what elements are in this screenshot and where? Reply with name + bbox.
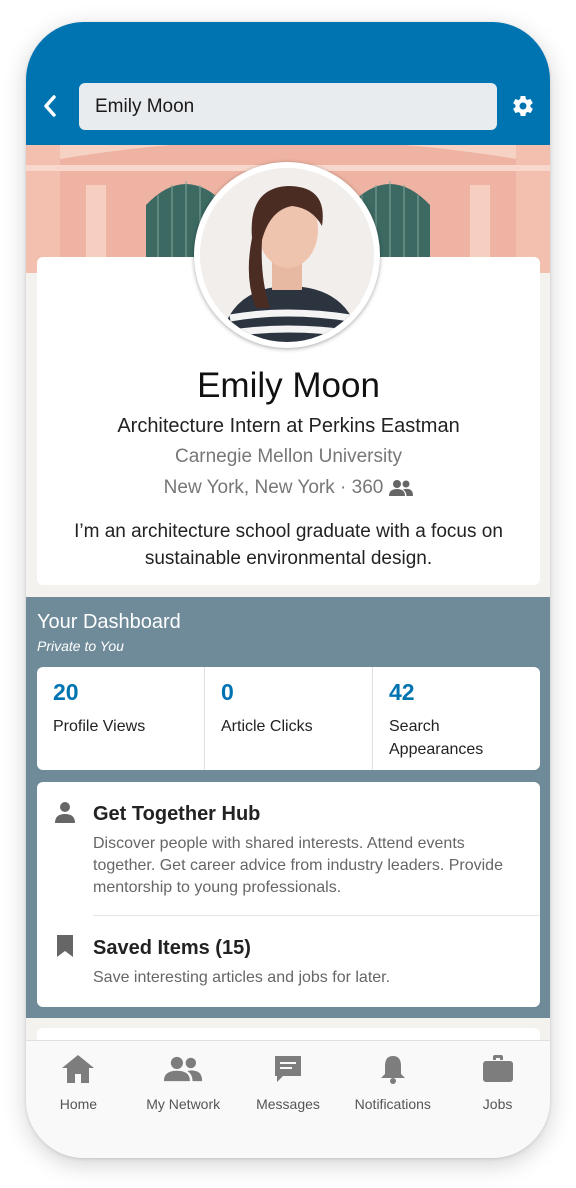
briefcase-icon [482, 1055, 513, 1082]
dashboard-title: Your Dashboard [37, 611, 181, 633]
nav-label: Notifications [354, 1096, 431, 1112]
nav-label: My Network [146, 1096, 221, 1112]
profile-bio: I’m an architecture school graduate with… [74, 521, 503, 569]
profile-school: Carnegie Mellon University [174, 446, 403, 467]
stat-label: Search Appearances [389, 718, 484, 758]
stat-label: Article Clicks [221, 718, 313, 735]
network-icon [164, 1056, 203, 1082]
stat-search-appearances[interactable]: 42 Search Appearances [373, 667, 540, 770]
dashboard-stats: 20 Profile Views 0 Article Clicks 42 Sea… [37, 667, 540, 770]
nav-label: Jobs [482, 1096, 513, 1112]
stat-value: 0 [221, 679, 234, 705]
saved-items-title: Saved Items (15) [93, 937, 251, 959]
chevron-left-icon [44, 95, 56, 117]
back-button[interactable] [36, 92, 64, 120]
gear-icon [513, 95, 533, 117]
search-input[interactable]: Emily Moon [79, 83, 497, 130]
get-together-hub-title: Get Together Hub [93, 803, 261, 825]
profile-headline: Architecture Intern at Perkins Eastman [117, 415, 460, 437]
saved-items-description: Save interesting articles and jobs for l… [93, 969, 391, 986]
search-value: Emily Moon [95, 95, 195, 117]
nav-jobs[interactable]: Jobs [445, 1041, 550, 1158]
top-bar: Emily Moon [26, 22, 550, 145]
bottom-navigation: Home My Network Messages Notifications J… [26, 1040, 550, 1158]
nav-label: Home [59, 1096, 98, 1112]
nav-home[interactable]: Home [26, 1041, 131, 1158]
get-together-hub-description: Discover people with shared interests. A… [93, 835, 503, 896]
dashboard-links-card: Get Together Hub Discover people with sh… [37, 782, 540, 1007]
get-together-hub-item[interactable]: Get Together Hub Discover people with sh… [37, 782, 540, 915]
nav-messages[interactable]: Messages [236, 1041, 341, 1158]
bookmark-icon [57, 935, 73, 957]
nav-label: Messages [256, 1096, 320, 1112]
settings-button[interactable] [511, 94, 535, 118]
dashboard-subtitle: Private to You [37, 638, 124, 654]
stat-value: 42 [389, 679, 415, 705]
stat-profile-views[interactable]: 20 Profile Views [37, 667, 205, 770]
person-icon [55, 802, 75, 823]
phone-frame: Emily Moon Emily Moon Architecture Inter… [26, 22, 550, 1158]
nav-my-network[interactable]: My Network [131, 1041, 236, 1158]
profile-photo [200, 168, 374, 342]
saved-items-item[interactable]: Saved Items (15) Save interesting articl… [37, 916, 540, 1007]
nav-notifications[interactable]: Notifications [340, 1041, 445, 1158]
stat-value: 20 [53, 679, 79, 705]
stat-article-clicks[interactable]: 0 Article Clicks [205, 667, 373, 770]
profile-location: New York, New York · 360 [37, 477, 540, 499]
messages-icon [274, 1056, 301, 1082]
avatar[interactable] [194, 162, 380, 348]
location-text: New York, New York · 360 [163, 477, 384, 498]
profile-name: Emily Moon [197, 366, 380, 405]
dashboard-section: Your Dashboard Private to You 20 Profile… [26, 597, 550, 1018]
bell-icon [380, 1056, 405, 1084]
home-icon [62, 1055, 95, 1083]
stat-label: Profile Views [53, 718, 146, 735]
people-icon[interactable] [389, 479, 414, 497]
